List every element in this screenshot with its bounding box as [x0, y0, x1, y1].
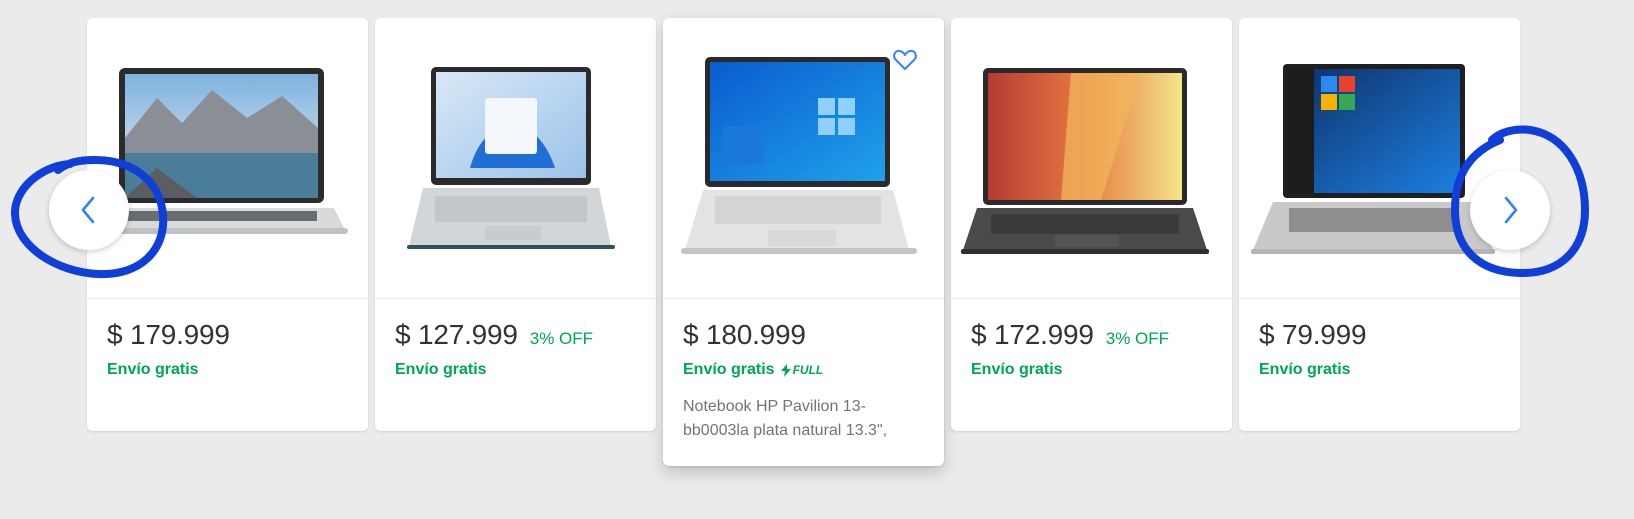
price: $ 179.999: [107, 319, 230, 350]
heart-outline-icon: [893, 49, 917, 70]
full-label: FULL: [792, 363, 824, 377]
free-shipping-label: Envío gratis: [395, 361, 487, 378]
price: $ 79.999: [1259, 319, 1367, 350]
product-image[interactable]: [87, 18, 368, 299]
free-shipping-label: Envío gratis: [683, 361, 775, 378]
product-card[interactable]: $ 172.999 3% OFF Envío gratis: [951, 18, 1232, 431]
product-image[interactable]: [663, 18, 944, 299]
carousel-next-button[interactable]: [1470, 170, 1550, 250]
product-title[interactable]: Notebook HP Pavilion 13-bb0003la plata n…: [683, 395, 923, 443]
free-shipping-label: Envío gratis: [1259, 361, 1351, 378]
price: $ 127.999: [395, 319, 518, 350]
product-image[interactable]: [1239, 18, 1520, 299]
chevron-left-icon: [81, 196, 95, 224]
lightning-icon: [780, 363, 791, 377]
product-card[interactable]: $ 127.999 3% OFF Envío gratis: [375, 18, 656, 431]
laptop-image: [1251, 64, 1495, 254]
discount-badge: 3% OFF: [1105, 329, 1170, 348]
full-badge: FULL: [780, 363, 824, 377]
price: $ 172.999: [971, 319, 1094, 350]
product-carousel: $ 179.999 Envío gratis $ 127.999 3% OFF …: [0, 0, 1634, 519]
product-image[interactable]: [951, 18, 1232, 299]
product-card[interactable]: $ 179.999 Envío gratis: [87, 18, 368, 431]
chevron-right-icon: [1504, 196, 1518, 224]
laptop-image: [407, 67, 615, 249]
free-shipping-label: Envío gratis: [107, 361, 199, 378]
carousel-prev-button[interactable]: [49, 170, 129, 250]
discount-badge: 3% OFF: [529, 329, 594, 348]
free-shipping-label: Envío gratis: [971, 361, 1063, 378]
price: $ 180.999: [683, 319, 806, 350]
product-card[interactable]: $ 180.999 Envío gratis FULL Notebook HP …: [663, 18, 944, 466]
laptop-image: [97, 68, 348, 234]
laptop-image: [961, 68, 1209, 254]
product-image[interactable]: [375, 18, 656, 299]
favorite-button[interactable]: [892, 48, 932, 88]
